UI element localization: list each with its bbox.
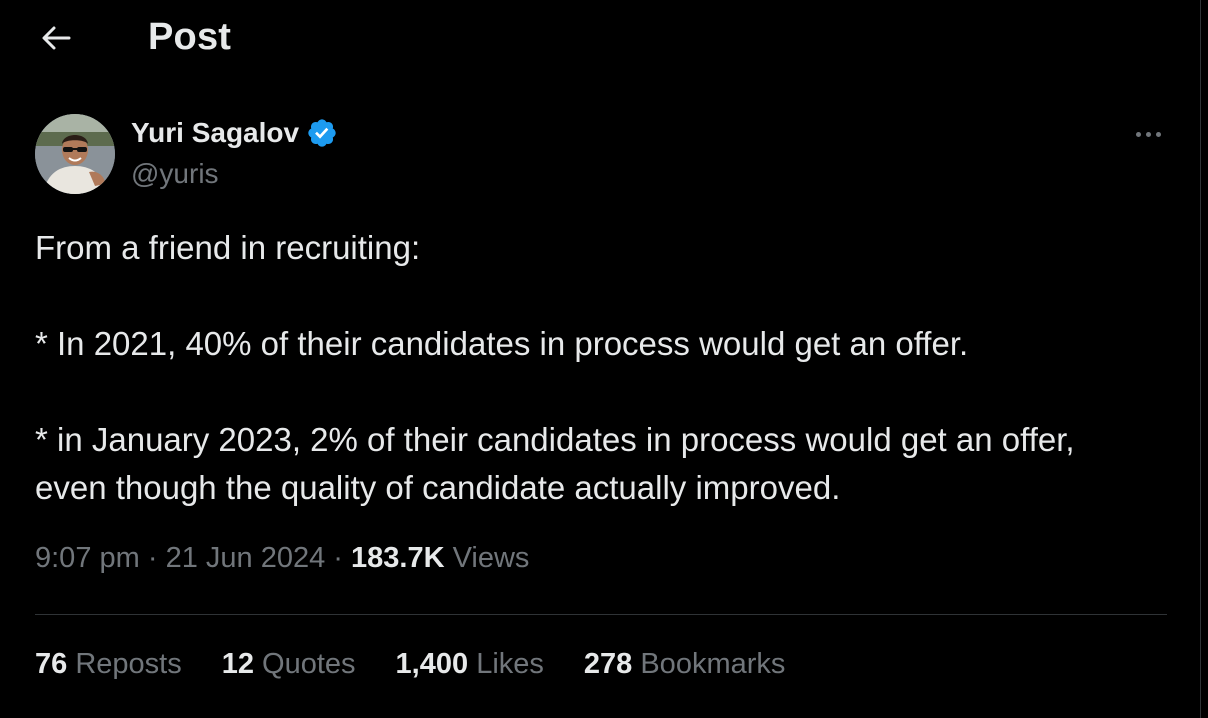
reposts-label: Reposts	[75, 648, 182, 680]
avatar[interactable]	[35, 114, 115, 194]
tweet-spacer	[35, 368, 1175, 416]
reposts-stat[interactable]: 76 Reposts	[35, 648, 182, 681]
top-header: Post	[0, 0, 1200, 76]
tweet-line: * in January 2023, 2% of their candidate…	[35, 421, 1075, 458]
engagement-stats: 76 Reposts 12 Quotes 1,400 Likes 278 Boo…	[35, 648, 825, 681]
meta-separator: ·	[139, 542, 166, 574]
right-border	[1200, 0, 1201, 718]
tweet-line: even though the quality of candidate act…	[35, 469, 841, 506]
post-meta: 9:07 pm · 21 Jun 2024 · 183.7K Views	[35, 542, 529, 575]
bookmarks-count: 278	[583, 648, 633, 680]
reposts-count: 76	[35, 648, 68, 680]
author-row: Yuri Sagalov	[131, 117, 338, 149]
meta-separator: ·	[325, 542, 352, 574]
likes-count: 1,400	[395, 648, 469, 680]
post-date[interactable]: 21 Jun 2024	[166, 542, 326, 574]
tweet-line: * In 2021, 40% of their candidates in pr…	[35, 325, 969, 362]
likes-stat[interactable]: 1,400 Likes	[396, 648, 544, 681]
more-horizontal-icon	[1135, 131, 1141, 137]
more-horizontal-icon	[1155, 131, 1161, 137]
bookmarks-stat[interactable]: 278 Bookmarks	[584, 648, 786, 681]
quotes-stat[interactable]: 12 Quotes	[222, 648, 356, 681]
views-count: 183.7K	[351, 542, 445, 574]
author-name[interactable]: Yuri Sagalov	[131, 117, 299, 149]
tweet-spacer	[35, 272, 1175, 320]
quotes-count: 12	[221, 648, 254, 680]
back-button[interactable]	[28, 16, 84, 60]
arrow-left-icon	[42, 26, 71, 50]
page-title: Post	[148, 16, 232, 58]
bookmarks-label: Bookmarks	[640, 648, 786, 680]
verified-badge-icon	[306, 117, 338, 149]
more-options-button[interactable]	[1128, 118, 1168, 150]
divider	[35, 614, 1167, 615]
post-time[interactable]: 9:07 pm	[35, 542, 140, 574]
tweet-text: From a friend in recruiting: * In 2021, …	[35, 224, 1175, 512]
avatar-photo	[35, 114, 115, 194]
views-label: Views	[452, 542, 530, 574]
likes-label: Likes	[476, 648, 544, 680]
more-horizontal-icon	[1145, 131, 1151, 137]
author-handle[interactable]: @yuris	[131, 158, 219, 190]
quotes-label: Quotes	[262, 648, 356, 680]
tweet-line: From a friend in recruiting:	[35, 229, 421, 266]
